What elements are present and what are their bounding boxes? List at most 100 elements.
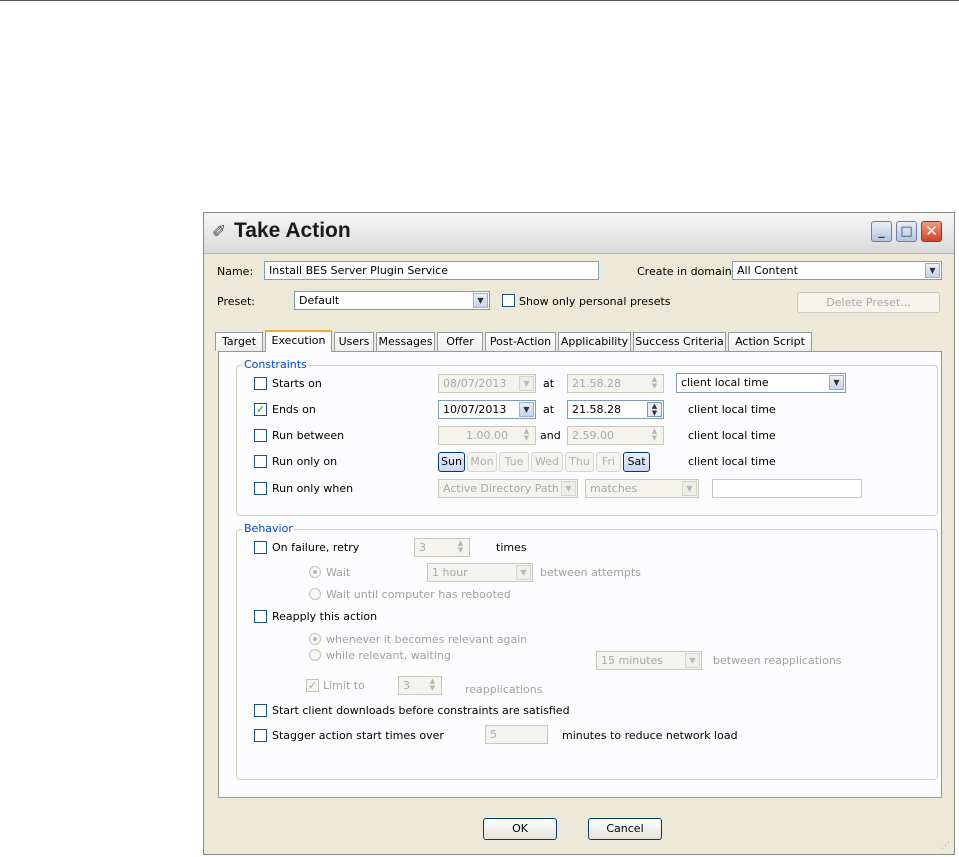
chevron-down-icon[interactable]: ▼ xyxy=(682,481,697,496)
limit-count[interactable]: 3 ▲ ▼ xyxy=(398,676,442,695)
retry-count[interactable]: 3 ▲ ▼ xyxy=(414,538,470,557)
delete-preset-button[interactable]: Delete Preset... xyxy=(797,292,940,313)
reapply-checkbox[interactable] xyxy=(254,610,267,623)
behavior-group: Behavior On failure, retry 3 ▲ ▼ times Wa… xyxy=(236,522,938,780)
spinner-icon[interactable]: ▲ ▼ xyxy=(425,678,440,693)
wait-reboot-radio[interactable] xyxy=(309,588,321,600)
stagger-minutes-input[interactable]: 5 xyxy=(485,725,548,744)
starts-on-time[interactable]: 21.58.28 ▲ ▼ xyxy=(567,374,664,393)
domain-value: All Content xyxy=(737,264,798,277)
tab-post-action[interactable]: Post-Action xyxy=(485,332,556,351)
starts-on-checkbox[interactable] xyxy=(254,377,267,390)
personal-presets-checkbox[interactable] xyxy=(502,294,515,307)
wait-reboot-label: Wait until computer has rebooted xyxy=(326,588,511,601)
while-relevant-label: while relevant, waiting xyxy=(326,649,451,662)
tab-applicability[interactable]: Applicability xyxy=(558,332,631,351)
chevron-down-icon[interactable]: ▼ xyxy=(473,293,488,308)
calendar-dropdown-icon[interactable]: ▼ xyxy=(519,402,534,417)
resize-grip-icon[interactable]: ⋰ xyxy=(941,841,951,851)
run-between-checkbox[interactable] xyxy=(254,429,267,442)
operator-select[interactable]: matches ▼ xyxy=(585,479,699,498)
wait-label: Wait xyxy=(326,566,351,579)
reapply-interval-select[interactable]: 15 minutes ▼ xyxy=(596,651,702,670)
run-only-on-tz: client local time xyxy=(688,455,776,468)
condition-value-input[interactable] xyxy=(712,479,862,498)
spinner-icon[interactable]: ▲ ▼ xyxy=(519,428,534,443)
day-mon[interactable]: Mon xyxy=(467,452,497,472)
spinner-icon[interactable]: ▲ ▼ xyxy=(647,428,662,443)
on-failure-checkbox[interactable] xyxy=(254,541,267,554)
wait-interval-value: 1 hour xyxy=(432,566,468,579)
stagger-checkbox[interactable] xyxy=(254,729,267,742)
property-select[interactable]: Active Directory Path ▼ xyxy=(438,479,578,498)
wrench-icon: ✐ xyxy=(212,222,227,242)
ends-on-date[interactable]: 10/07/2013 ▼ xyxy=(438,400,536,419)
chevron-down-icon[interactable]: ▼ xyxy=(925,263,940,278)
tab-action-script[interactable]: Action Script xyxy=(728,332,812,351)
chevron-down-icon[interactable]: ▼ xyxy=(829,375,844,390)
minimize-button[interactable]: _ xyxy=(871,221,892,242)
tab-users[interactable]: Users xyxy=(334,332,374,351)
run-between-to-value: 2.59.00 xyxy=(572,429,614,442)
chevron-down-icon[interactable]: ▼ xyxy=(516,565,531,580)
name-label: Name: xyxy=(217,265,254,278)
spinner-icon[interactable]: ▲ ▼ xyxy=(453,540,468,555)
tab-messages[interactable]: Messages xyxy=(376,332,435,351)
tab-success-criteria[interactable]: Success Criteria xyxy=(633,332,726,351)
preset-select[interactable]: Default ▼ xyxy=(294,291,490,310)
run-only-when-checkbox[interactable] xyxy=(254,482,267,495)
run-between-from-value: 1.00.00 xyxy=(466,429,508,442)
wait-interval-select[interactable]: 1 hour ▼ xyxy=(427,563,533,582)
calendar-dropdown-icon[interactable]: ▼ xyxy=(519,376,534,391)
tab-offer[interactable]: Offer xyxy=(437,332,483,351)
day-wed[interactable]: Wed xyxy=(531,452,563,472)
run-between-to[interactable]: 2.59.00 ▲ ▼ xyxy=(567,426,664,445)
maximize-button[interactable]: □ xyxy=(896,221,917,242)
spinner-icon[interactable]: ▲ ▼ xyxy=(647,376,662,391)
property-value: Active Directory Path xyxy=(443,482,559,495)
day-sun[interactable]: Sun xyxy=(438,452,465,472)
timezone-select[interactable]: client local time ▼ xyxy=(676,373,846,393)
while-relevant-radio[interactable] xyxy=(309,649,321,661)
close-button[interactable]: ✕ xyxy=(921,221,942,242)
day-fri[interactable]: Fri xyxy=(596,452,621,472)
spinner-icon[interactable]: ▲ ▼ xyxy=(647,402,662,417)
day-sat[interactable]: Sat xyxy=(623,452,650,472)
tab-execution[interactable]: Execution xyxy=(265,330,332,352)
whenever-radio[interactable] xyxy=(309,633,321,645)
close-icon: ✕ xyxy=(925,222,938,240)
limit-checkbox[interactable]: ✓ xyxy=(306,679,319,692)
starts-on-date[interactable]: 08/07/2013 ▼ xyxy=(438,374,536,393)
constraints-title: Constraints xyxy=(243,358,308,371)
ends-on-time[interactable]: 21.58.28 ▲ ▼ xyxy=(567,400,664,419)
behavior-title: Behavior xyxy=(243,522,294,535)
tab-target[interactable]: Target xyxy=(215,332,263,351)
chevron-down-icon[interactable]: ▼ xyxy=(685,653,700,668)
wait-radio[interactable] xyxy=(309,566,321,578)
ends-on-checkbox[interactable]: ✓ xyxy=(254,403,267,416)
chevron-down-icon[interactable]: ▼ xyxy=(561,481,576,496)
day-thu[interactable]: Thu xyxy=(565,452,594,472)
retry-count-value: 3 xyxy=(419,541,426,554)
start-downloads-label: Start client downloads before constraint… xyxy=(272,704,570,717)
maximize-icon: □ xyxy=(900,224,913,239)
take-action-dialog: ✐ Take Action _ □ ✕ Name: Install BES Se… xyxy=(203,212,955,855)
day-selector: Sun Mon Tue Wed Thu Fri Sat xyxy=(438,452,678,472)
reapply-interval-value: 15 minutes xyxy=(601,654,664,667)
whenever-label: whenever it becomes relevant again xyxy=(326,633,528,646)
starts-on-time-value: 21.58.28 xyxy=(572,377,621,390)
start-downloads-checkbox[interactable] xyxy=(254,704,267,717)
run-between-from[interactable]: 1.00.00 ▲ ▼ xyxy=(438,426,536,445)
stagger-suffix: minutes to reduce network load xyxy=(562,729,738,742)
starts-on-date-value: 08/07/2013 xyxy=(443,377,507,390)
title-bar[interactable]: ✐ Take Action _ □ ✕ xyxy=(204,213,954,254)
preset-value: Default xyxy=(299,294,340,307)
run-only-on-checkbox[interactable] xyxy=(254,455,267,468)
ok-button[interactable]: OK xyxy=(483,818,557,840)
day-tue[interactable]: Tue xyxy=(499,452,529,472)
cancel-button[interactable]: Cancel xyxy=(588,818,662,840)
reapply-interval-suffix: between reapplications xyxy=(713,654,842,667)
name-input[interactable]: Install BES Server Plugin Service xyxy=(264,261,599,280)
personal-presets-label: Show only personal presets xyxy=(519,295,671,308)
domain-select[interactable]: All Content ▼ xyxy=(732,261,942,280)
